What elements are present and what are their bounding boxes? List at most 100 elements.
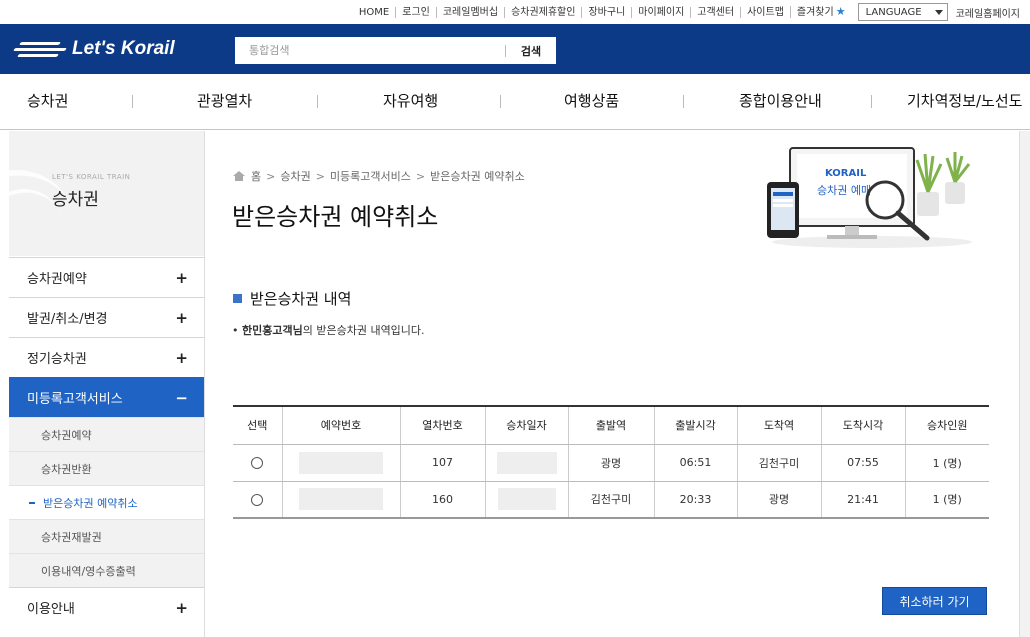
util-link-sitemap[interactable]: 사이트맵 [740, 6, 790, 18]
util-link-discount[interactable]: 승차권제휴할인 [504, 6, 581, 18]
search-button[interactable]: 검색 [506, 43, 556, 59]
col-arrival-time: 도착시각 [820, 405, 905, 445]
minus-icon: − [175, 388, 188, 407]
nav-travel-products[interactable]: 여행상품 [564, 90, 619, 111]
breadcrumb-guest-service[interactable]: 미등록고객서비스 [330, 168, 411, 184]
train-no-cell: 160 [399, 481, 485, 519]
received-tickets-table: 선택 예약번호 열차번호 승차일자 출발역 출발시각 도착역 도착시각 승차인원… [233, 405, 989, 519]
notice-text: • 한민홍고객님의 받은승차권 내역입니다. [232, 324, 425, 337]
language-select[interactable]: LANGUAGE [857, 3, 948, 21]
sidebar: LET'S KORAIL TRAIN 승차권 승차권예약 + 발권/취소/변경 … [9, 131, 204, 637]
select-cell [233, 481, 282, 519]
col-date: 승차일자 [484, 405, 568, 445]
persons-cell: 1 (명) [904, 444, 989, 482]
departure-cell: 김천구미 [567, 481, 654, 519]
masked-reservation-no [299, 451, 383, 474]
departure-time-cell: 06:51 [653, 444, 737, 482]
arrival-time-cell: 07:55 [820, 444, 905, 482]
plus-icon: + [175, 308, 188, 327]
sidebar-subitem-receipt[interactable]: 이용내역/영수증출력 [9, 553, 204, 587]
arrival-time-cell: 21:41 [820, 481, 905, 519]
departure-time-cell: 20:33 [653, 481, 737, 519]
train-no-cell: 107 [399, 444, 485, 482]
sidebar-subtitle: LET'S KORAIL TRAIN [52, 173, 131, 181]
table-row: 107 광명 06:51 김천구미 07:55 1 (명) [233, 444, 989, 482]
sidebar-item-season-ticket[interactable]: 정기승차권 + [9, 337, 204, 377]
select-radio[interactable] [251, 493, 264, 506]
sidebar-menu: 승차권예약 + 발권/취소/변경 + 정기승차권 + 미등록고객서비스 − 승차… [9, 257, 204, 627]
sidebar-subitem-received-cancel[interactable]: 받은승차권 예약취소 [9, 485, 204, 519]
go-cancel-button[interactable]: 취소하러 가기 [882, 587, 987, 615]
search-input[interactable] [235, 38, 505, 63]
utility-links: HOME 로그인 코레일멤버십 승차권제휴할인 장바구니 마이페이지 고객센터 … [353, 3, 1020, 21]
masked-date [496, 451, 557, 474]
breadcrumb-home[interactable]: 홈 [251, 168, 261, 184]
masked-date [497, 488, 556, 511]
utility-bar: HOME 로그인 코레일멤버십 승차권제휴할인 장바구니 마이페이지 고객센터 … [0, 0, 1030, 24]
nav-divider [500, 95, 501, 108]
col-reservation-no: 예약번호 [281, 405, 400, 445]
date-cell [484, 481, 568, 519]
nav-divider [871, 95, 872, 108]
sidebar-subitem-label: 받은승차권 예약취소 [43, 496, 138, 510]
language-select-label: LANGUAGE [865, 6, 922, 18]
sidebar-item-ticket-reservation[interactable]: 승차권예약 + [9, 257, 204, 297]
nav-divider [317, 95, 318, 108]
section-title-text: 받은승차권 내역 [250, 290, 352, 308]
breadcrumb-current: 받은승차권 예약취소 [430, 170, 525, 183]
col-arrival: 도착역 [736, 405, 821, 445]
sidebar-item-label: 이용안내 [27, 602, 75, 617]
col-persons: 승차인원 [904, 405, 989, 445]
nav-station-info[interactable]: 기차역정보/노선도 [907, 90, 1022, 111]
sidebar-item-label: 승차권예약 [27, 272, 87, 287]
sidebar-divider [204, 131, 205, 637]
nav-free-travel[interactable]: 자유여행 [383, 90, 438, 111]
col-departure: 출발역 [567, 405, 654, 445]
sidebar-subitem-reservation[interactable]: 승차권예약 [9, 417, 204, 451]
nav-divider [132, 95, 133, 108]
breadcrumb-separator: > [415, 169, 426, 183]
departure-cell: 광명 [567, 444, 654, 482]
sidebar-item-issue-cancel-change[interactable]: 발권/취소/변경 + [9, 297, 204, 337]
col-departure-time: 출발시각 [653, 405, 737, 445]
table-header-row: 선택 예약번호 열차번호 승차일자 출발역 출발시각 도착역 도착시각 승차인원 [233, 405, 989, 445]
util-link-home[interactable]: HOME [353, 7, 395, 18]
util-link-login[interactable]: 로그인 [395, 6, 436, 18]
util-link-customer-center[interactable]: 고객센터 [690, 6, 740, 18]
favorites-label: 즐겨찾기 [796, 7, 834, 18]
util-link-mypage[interactable]: 마이페이지 [631, 6, 690, 18]
breadcrumb-separator: > [315, 169, 325, 183]
nav-tickets[interactable]: 승차권 [27, 90, 68, 111]
section-title: 받은승차권 내역 [233, 288, 351, 309]
logo[interactable]: Let's Korail [12, 36, 175, 62]
sidebar-title: 승차권 [52, 190, 99, 210]
sidebar-item-label: 발권/취소/변경 [27, 312, 108, 327]
breadcrumb: 홈 > 승차권 > 미등록고객서비스 > 받은승차권 예약취소 [233, 168, 525, 184]
nav-usage-guide[interactable]: 종합이용안내 [739, 90, 822, 111]
korail-logo-icon [12, 39, 68, 59]
breadcrumb-tickets[interactable]: 승차권 [280, 168, 310, 184]
util-link-cart[interactable]: 장바구니 [581, 6, 631, 18]
illustration-label: 승차권 예매 [817, 184, 871, 197]
current-marker [29, 501, 35, 504]
sidebar-item-guest-service[interactable]: 미등록고객서비스 − [9, 377, 204, 417]
select-cell [233, 444, 282, 482]
sidebar-item-usage-guide[interactable]: 이용안내 + [9, 587, 204, 627]
header: Let's Korail 검색 [0, 24, 1030, 74]
sidebar-subitem-reissue[interactable]: 승차권재발권 [9, 519, 204, 553]
logo-text: Let's Korail [72, 38, 175, 59]
select-radio[interactable] [251, 457, 264, 469]
nav-tour-trains[interactable]: 관광열차 [197, 90, 252, 111]
sidebar-subitem-refund[interactable]: 승차권반환 [9, 451, 204, 485]
sidebar-item-label: 정기승차권 [27, 352, 87, 367]
home-icon[interactable] [233, 171, 245, 181]
util-link-korail-home[interactable]: 코레일홈페이지 [956, 5, 1020, 20]
date-cell [484, 444, 568, 482]
persons-cell: 1 (명) [904, 481, 989, 519]
util-link-favorites[interactable]: 즐겨찾기 ★ [789, 6, 852, 18]
util-link-membership[interactable]: 코레일멤버십 [435, 6, 504, 18]
plus-icon: + [175, 268, 188, 287]
page-title: 받은승차권 예약취소 [232, 203, 439, 231]
masked-reservation-no [299, 488, 383, 511]
chevron-down-icon [934, 9, 943, 15]
